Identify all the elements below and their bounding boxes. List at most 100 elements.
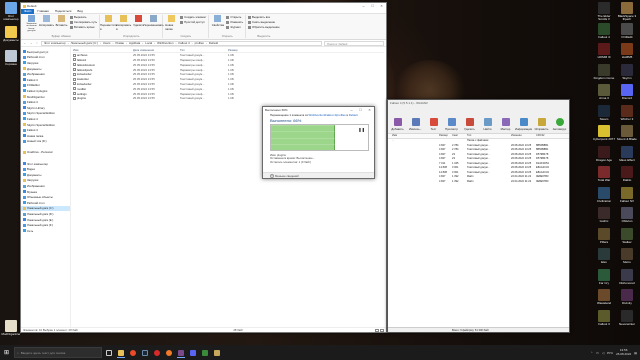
close-icon[interactable]: ×: [365, 107, 374, 113]
chevron-right-icon[interactable]: ›: [100, 41, 101, 45]
up-icon[interactable]: ↑: [35, 41, 39, 45]
column-size[interactable]: Размер: [228, 48, 256, 52]
task-view-button[interactable]: [103, 347, 114, 358]
copy-to-button[interactable]: Копировать в: [116, 15, 131, 31]
invert-selection-button[interactable]: Обратить выделение: [248, 25, 280, 29]
volume-icon[interactable]: ◁: [602, 351, 604, 355]
taskbar-app[interactable]: [199, 347, 210, 358]
desktop-icon[interactable]: Dishonored: [616, 268, 638, 285]
archiver-tool-button[interactable]: Тест: [426, 118, 441, 131]
paste-button[interactable]: Вставить: [55, 15, 68, 33]
breadcrumb-item[interactable]: Локальный диск (C:): [71, 41, 98, 45]
desktop-icon[interactable]: Stalker: [616, 227, 638, 244]
archiver-window[interactable]: Fallout 4 (5.5.1.1) - WinRAR Добавить Изв…: [387, 99, 570, 333]
rename-button[interactable]: Переименовать: [143, 15, 164, 31]
pin-button[interactable]: Закрепить на панели быстр. доступа: [25, 15, 38, 33]
chevron-right-icon[interactable]: ›: [68, 41, 69, 45]
archiver-tool-button[interactable]: Мастер: [498, 118, 513, 131]
breadcrumb-item[interactable]: Роман: [115, 41, 124, 45]
copy-button[interactable]: Копировать: [39, 15, 54, 33]
desktop-icon[interactable]: ModOrganizer: [0, 320, 22, 336]
column-crc[interactable]: CRC32: [536, 134, 561, 137]
desktop-icon[interactable]: Документы: [0, 26, 22, 42]
language-indicator[interactable]: РУС: [607, 351, 613, 355]
desktop-icon[interactable]: Fallout 4: [593, 22, 615, 39]
pause-icon[interactable]: ❚❚: [358, 127, 365, 132]
edit-button[interactable]: Изменить: [226, 20, 243, 24]
tab-home[interactable]: Главная: [34, 9, 51, 13]
breadcrumb-item[interactable]: Этот компьютер: [44, 41, 66, 45]
maximize-icon[interactable]: □: [368, 3, 377, 9]
desktop-icon[interactable]: Mass Effect: [616, 145, 638, 162]
archiver-tool-button[interactable]: Исправить: [534, 118, 549, 131]
clock[interactable]: 13:56 26.08.2022: [616, 348, 631, 356]
breadcrumb[interactable]: Этот компьютер › Локальный диск (C:) › Users…: [41, 40, 322, 46]
desktop-icon[interactable]: HoMM5: [616, 43, 638, 59]
archiver-tool-button[interactable]: Найти: [480, 118, 495, 131]
chevron-up-icon[interactable]: ⌃: [590, 351, 593, 355]
archiver-tool-button[interactable]: Удалить: [462, 118, 477, 131]
copy-path-button[interactable]: Скопировать путь: [70, 20, 97, 24]
desktop-icon[interactable]: Metro: [616, 248, 638, 264]
desktop-icon[interactable]: The Elder Scrolls V: [593, 2, 615, 22]
desktop-icon[interactable]: Pillars: [593, 227, 615, 244]
cut-button[interactable]: Вырезать: [70, 15, 97, 19]
breadcrumb-item[interactable]: Default: [209, 41, 218, 45]
network-icon[interactable]: ▭: [596, 351, 599, 355]
chevron-right-icon[interactable]: ›: [112, 41, 113, 45]
breadcrumb-item[interactable]: Local: [145, 41, 152, 45]
taskbar-steam[interactable]: [139, 347, 150, 358]
desktop-icon[interactable]: Mount & Blade: [616, 125, 638, 141]
nav-item[interactable]: Сеть: [21, 228, 70, 234]
taskbar-discord[interactable]: [187, 347, 198, 358]
desktop-icon[interactable]: FO4Edit: [616, 22, 638, 39]
taskbar-opera[interactable]: [151, 347, 162, 358]
new-item-button[interactable]: Создать элемент: [180, 15, 206, 19]
desktop-icon[interactable]: Diablo: [616, 166, 638, 182]
select-all-button[interactable]: Выделить все: [248, 15, 280, 19]
breadcrumb-item[interactable]: Fallout 4: [179, 41, 190, 45]
desktop-icon[interactable]: Witcher 3: [616, 104, 638, 121]
desktop-icon[interactable]: Fallout NV: [616, 186, 638, 203]
column-size[interactable]: Размер: [439, 134, 452, 137]
chevron-right-icon[interactable]: ›: [192, 41, 193, 45]
breadcrumb-item[interactable]: WinDivertion: [157, 41, 173, 45]
easy-access-button[interactable]: Простой доступ: [180, 20, 206, 24]
taskbar-app2[interactable]: [211, 347, 222, 358]
taskbar-yandex[interactable]: [127, 347, 138, 358]
file-row[interactable]: plugins 25.05.2022 13:55 Текстовый докум..…: [73, 96, 384, 101]
breadcrumb-item[interactable]: Users: [103, 41, 111, 45]
desktop-icon[interactable]: Dragon Age: [593, 145, 615, 162]
open-button[interactable]: Открыть: [226, 15, 243, 19]
archive-row[interactable]: 4 827 1 392 Файл 22.04.2022 21:22 0E8E67B3: [388, 179, 569, 184]
move-to-button[interactable]: Переместить в: [100, 15, 117, 31]
chevron-right-icon[interactable]: ›: [126, 41, 127, 45]
desktop-icon[interactable]: Steam: [593, 104, 615, 121]
tiles-view-icon[interactable]: [380, 328, 384, 332]
properties-button[interactable]: Свойства: [211, 15, 224, 29]
tab-file[interactable]: Файл: [21, 8, 35, 14]
tab-view[interactable]: Вид: [74, 9, 85, 13]
chevron-right-icon[interactable]: ›: [176, 41, 177, 45]
column-type[interactable]: Тип: [467, 134, 511, 137]
paste-shortcut-button[interactable]: Вставить ярлык: [70, 25, 97, 29]
column-packed[interactable]: Сжат: [452, 134, 467, 137]
desktop-icon[interactable]: Wasteland: [593, 289, 615, 305]
taskbar-firefox[interactable]: [163, 347, 174, 358]
breadcrumb-item[interactable]: AppData: [129, 41, 140, 45]
notification-icon[interactable]: ▤: [634, 351, 637, 355]
tab-share[interactable]: Поделиться: [52, 9, 75, 13]
desktop-icon[interactable]: Oblivion: [616, 207, 638, 223]
chevron-right-icon[interactable]: ›: [154, 41, 155, 45]
chevron-right-icon[interactable]: ›: [206, 41, 207, 45]
breadcrumb-item[interactable]: profiles: [195, 41, 204, 45]
move-progress-dialog[interactable]: Выполнено 66% – □ × Перемещение 1 элемен…: [262, 106, 375, 179]
desktop-icon[interactable]: BlackSpace 3 Фрейт: [616, 2, 638, 22]
select-none-button[interactable]: Снять выделение: [248, 20, 280, 24]
column-name[interactable]: Имя: [392, 134, 439, 137]
archiver-tool-button[interactable]: Извлечь...: [408, 118, 423, 131]
source-link[interactable]: WinDivertion\Fallout 4\profiles: [309, 113, 346, 117]
archiver-tool-button[interactable]: Просмотр: [444, 118, 459, 131]
desktop-icon[interactable]: Этот компьютер: [0, 2, 22, 22]
column-modified[interactable]: Изменён: [511, 134, 536, 137]
